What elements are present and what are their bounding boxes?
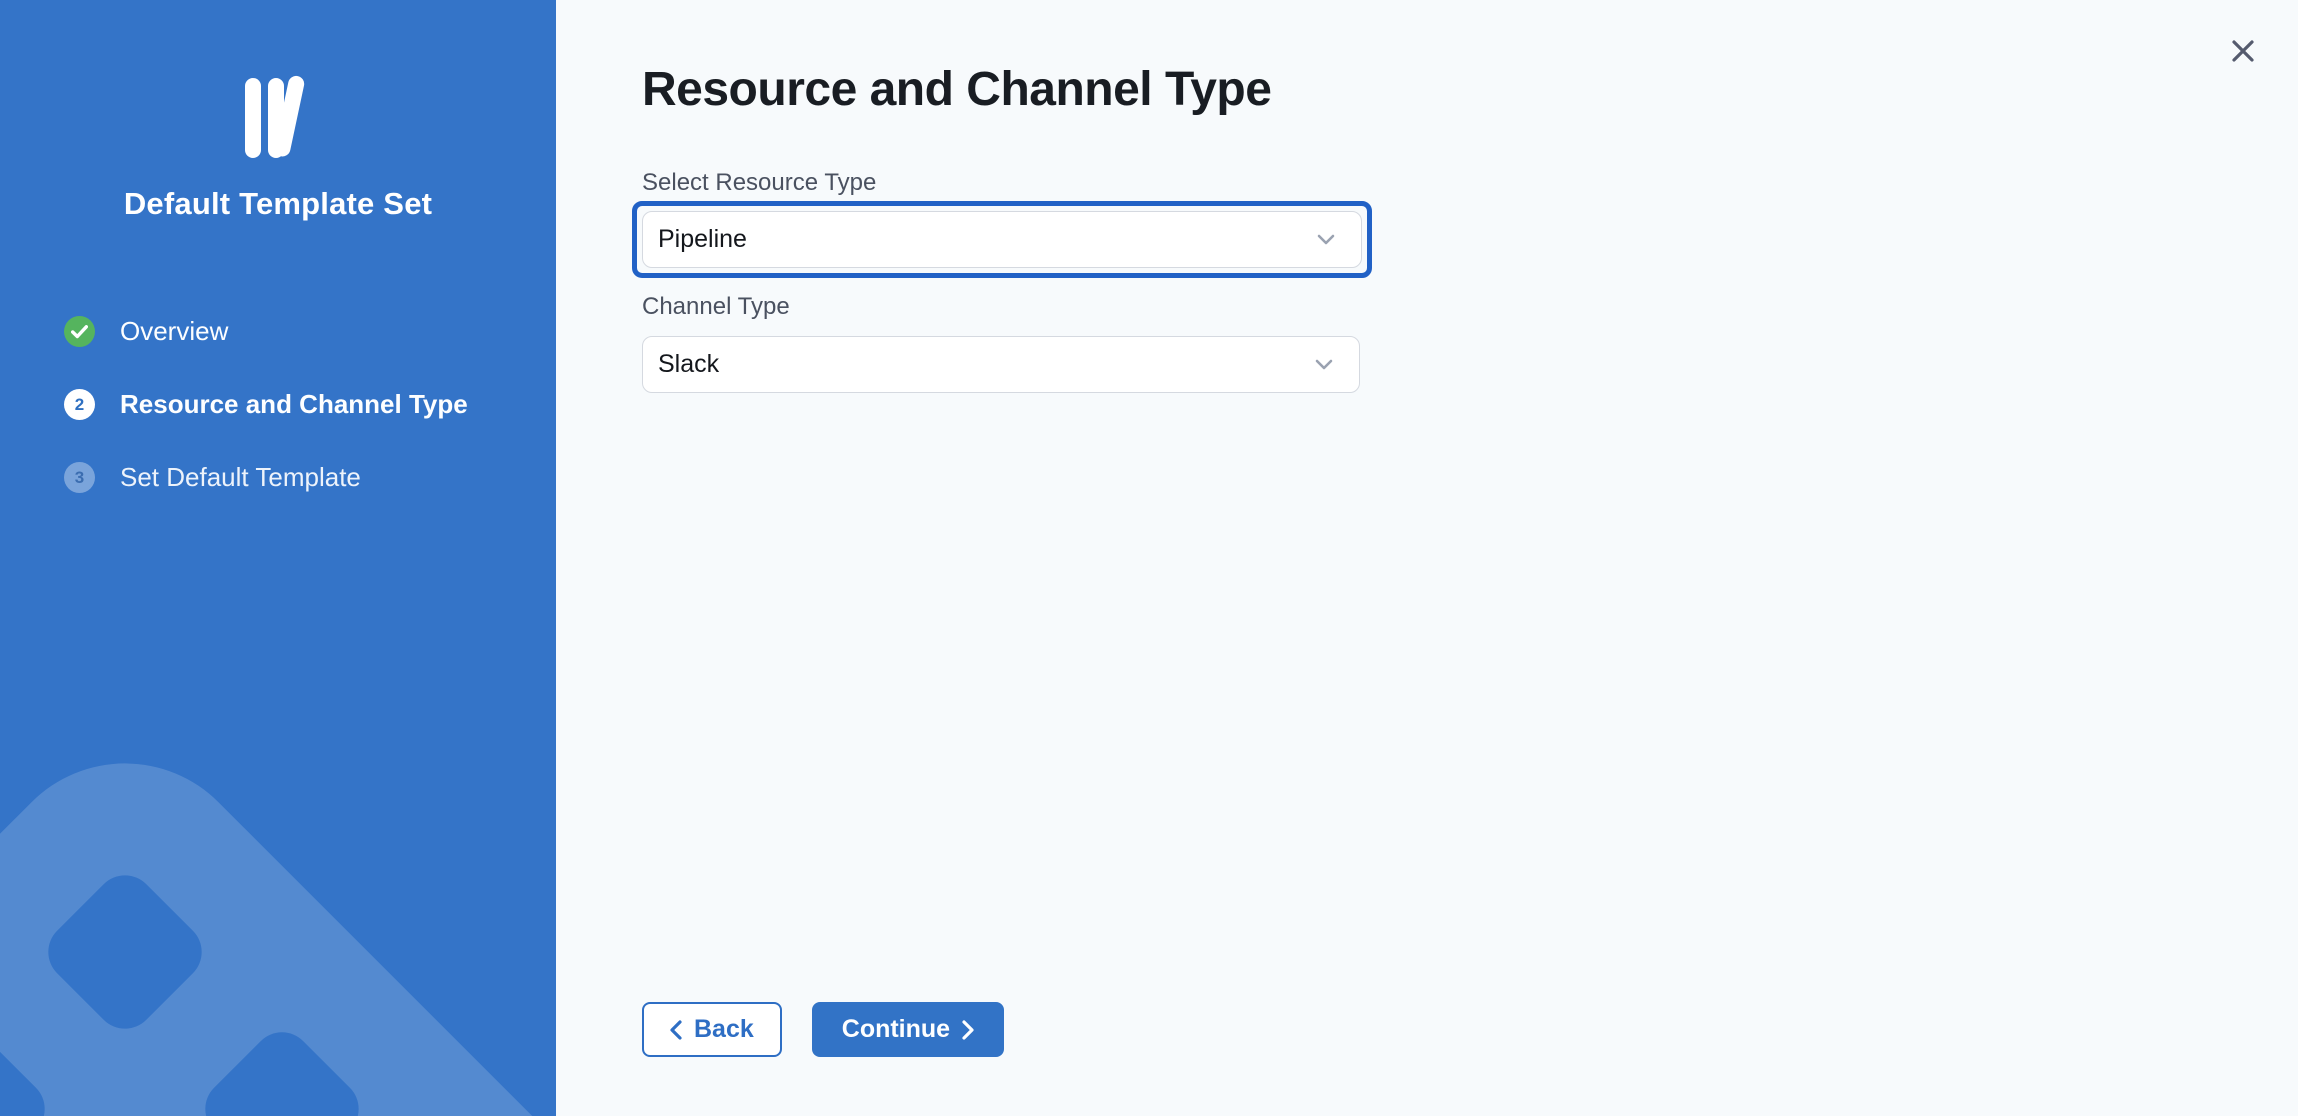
wizard-sidebar: Default Template Set Overview 2 Resource… xyxy=(0,0,556,1116)
close-icon xyxy=(2230,38,2256,64)
step-label: Overview xyxy=(120,316,228,347)
resource-type-label: Select Resource Type xyxy=(642,169,2298,198)
channel-type-label: Channel Type xyxy=(642,293,2298,322)
step-label: Resource and Channel Type xyxy=(120,389,468,420)
step-overview[interactable]: Overview xyxy=(64,316,556,347)
back-button-label: Back xyxy=(694,1015,754,1044)
chevron-left-icon xyxy=(670,1020,682,1040)
wizard-title: Default Template Set xyxy=(0,186,556,222)
channel-type-value: Slack xyxy=(658,350,719,379)
page-title: Resource and Channel Type xyxy=(642,62,2298,117)
chevron-down-icon xyxy=(1317,234,1335,245)
continue-button-label: Continue xyxy=(842,1015,950,1044)
chevron-right-icon xyxy=(962,1020,974,1040)
step-resource-and-channel-type[interactable]: 2 Resource and Channel Type xyxy=(64,389,556,420)
step-label: Set Default Template xyxy=(120,462,361,493)
close-button[interactable] xyxy=(2226,34,2260,68)
step-number-badge: 3 xyxy=(64,462,95,493)
resource-type-focus-ring: Pipeline xyxy=(632,201,1372,278)
resource-type-select[interactable]: Pipeline xyxy=(642,211,1362,268)
step-number-badge: 2 xyxy=(64,389,95,420)
chevron-down-icon xyxy=(1315,359,1333,370)
channel-type-select[interactable]: Slack xyxy=(642,336,1360,393)
leaning-books-logo-icon xyxy=(238,74,318,164)
wizard-footer: Back Continue xyxy=(642,1002,1004,1057)
wizard-steps: Overview 2 Resource and Channel Type 3 S… xyxy=(0,316,556,493)
step-complete-check-icon xyxy=(64,316,95,347)
continue-button[interactable]: Continue xyxy=(812,1002,1004,1057)
back-button[interactable]: Back xyxy=(642,1002,782,1057)
resource-type-value: Pipeline xyxy=(658,225,747,254)
step-set-default-template: 3 Set Default Template xyxy=(64,462,556,493)
wizard-content-panel: Resource and Channel Type Select Resourc… xyxy=(556,0,2298,1116)
